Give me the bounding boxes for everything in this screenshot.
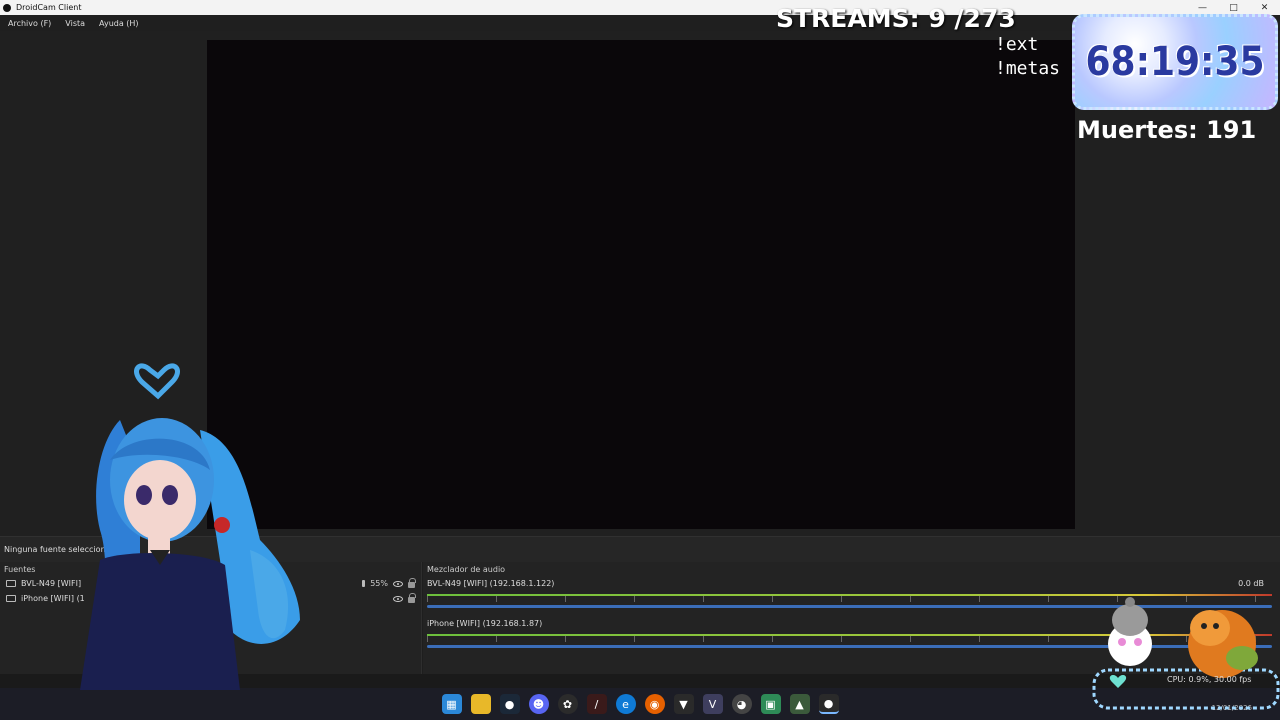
stream-timer: 68:19:35: [1085, 39, 1265, 85]
visibility-eye-icon[interactable]: [393, 580, 403, 587]
maximize-button[interactable]: □: [1218, 0, 1249, 15]
chat-command-metas: !metas: [995, 58, 1061, 79]
chat-command-ext: !ext: [995, 34, 1039, 55]
lock-icon[interactable]: [408, 593, 416, 603]
windows-start-icon[interactable]: ▦: [441, 694, 462, 714]
streams-counter: STREAMS: 9 /273: [776, 4, 1016, 33]
mascot-overlay-image: [1092, 597, 1280, 710]
firefox-icon[interactable]: ◉: [644, 694, 665, 714]
camera-icon: [6, 595, 16, 602]
vtube-icon[interactable]: ▼: [673, 694, 694, 714]
source-label: BVL-N49 [WIFI]: [21, 579, 82, 588]
window-title: DroidCam Client: [16, 3, 82, 12]
vscode-icon[interactable]: V: [702, 694, 723, 714]
menu-vista[interactable]: Vista: [57, 19, 91, 28]
source-volume: 55%: [370, 579, 388, 588]
death-counter: Muertes: 191: [1077, 116, 1257, 144]
app3-icon[interactable]: ▲: [789, 694, 810, 714]
file-explorer-icon[interactable]: [470, 694, 491, 714]
close-button[interactable]: ✕: [1249, 0, 1280, 15]
windows-taskbar: ▦ ● ☻ ✿ / e ◉ ▼ V ◕ ▣ ▲ ●: [0, 688, 1280, 720]
cpu-fps-readout: CPU: 0.9%, 30.00 fps: [1167, 675, 1252, 684]
source-label: iPhone [WIFI] (1: [21, 594, 85, 603]
channel-db: 0.0 dB: [1238, 579, 1264, 588]
lock-icon[interactable]: [408, 578, 416, 588]
chatgpt-icon[interactable]: ✿: [557, 694, 578, 714]
menu-ayuda[interactable]: Ayuda (H): [91, 19, 145, 28]
vtuber-avatar-image: [80, 363, 300, 690]
menu-archivo[interactable]: Archivo (F): [0, 19, 57, 28]
mixer-header: Mezclador de audio: [427, 565, 506, 574]
app2-icon[interactable]: ▣: [760, 694, 781, 714]
video-preview[interactable]: [207, 40, 1075, 529]
steam-icon[interactable]: ●: [499, 694, 520, 714]
discord-icon[interactable]: ☻: [528, 694, 549, 714]
minimize-button[interactable]: —: [1187, 0, 1218, 15]
visibility-eye-icon[interactable]: [393, 595, 403, 602]
channel-name: BVL-N49 [WIFI] (192.168.1.122): [427, 579, 555, 588]
edge-icon[interactable]: e: [615, 694, 636, 714]
droidcam-app-icon: [3, 3, 11, 12]
app-icon[interactable]: /: [586, 694, 607, 714]
droidcam-icon[interactable]: ●: [818, 694, 839, 714]
volume-icon[interactable]: [362, 580, 366, 587]
title-bar: DroidCam Client — □ ✕: [0, 0, 1280, 15]
chrome-icon[interactable]: ◕: [731, 694, 752, 714]
camera-icon: [6, 580, 16, 587]
timer-frame: 68:19:35: [1072, 14, 1278, 110]
